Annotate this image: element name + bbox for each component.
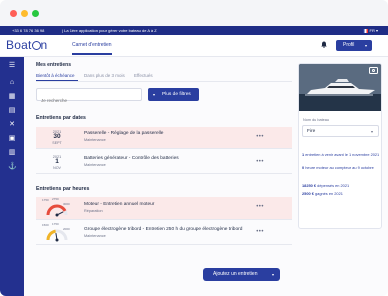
section-title-dates: Entretiens par dates: [36, 115, 86, 121]
date-block: 2021 30 SEPT: [48, 130, 66, 145]
info-earned-text: gagnés en 2021: [313, 191, 343, 196]
entretien-title: Batteries générateur - Contrôle des batt…: [84, 156, 179, 161]
chevron-down-icon: ▾: [364, 43, 367, 48]
more-options-icon[interactable]: •••: [256, 229, 264, 235]
info-earned-value: 2500 €: [302, 191, 314, 196]
search-input[interactable]: [37, 95, 141, 106]
app-header: Boat n Carnet d'entretien Profil ▾: [0, 35, 388, 57]
language-label: FR: [369, 28, 375, 33]
flag-icon: [363, 29, 369, 33]
entretien-type: Réparation: [84, 209, 103, 213]
info-engine-hours-text: heure moteur au compteur au 9 octobre: [304, 165, 374, 170]
info-spent-value: 18250 €: [302, 183, 317, 188]
language-selector[interactable]: FR ▾: [363, 28, 378, 33]
info-upcoming: 1 entretien à venir avant le 1 novembre …: [302, 152, 380, 157]
entretien-title: Moteur - Entretien annuel moteur: [84, 202, 155, 207]
more-options-icon[interactable]: •••: [256, 134, 264, 140]
section-title-hours: Entretiens par heures: [36, 186, 90, 192]
maximize-dot[interactable]: [32, 10, 39, 17]
tab-carnet-entretien[interactable]: Carnet d'entretien: [72, 42, 112, 55]
app-window: +33 6 78 76 36 98 | La 1ère application …: [0, 0, 388, 296]
menu-icon[interactable]: ☰: [8, 62, 16, 70]
file-icon[interactable]: ▤: [8, 107, 16, 115]
chevron-down-icon: ▾: [375, 28, 378, 33]
home-icon[interactable]: ⌂: [8, 79, 16, 87]
info-spent: 18250 € dépensés en 2021: [302, 183, 380, 188]
boat-select[interactable]: Fire ▾: [302, 125, 379, 137]
date-month: NOV: [53, 165, 61, 170]
tagline: | La 1ère application pour gérer votre b…: [62, 28, 157, 33]
more-filters-button[interactable]: ▾ Plus de filtres: [148, 88, 199, 101]
date-month: SEPT: [52, 140, 62, 145]
list-item[interactable]: 2021 30 SEPT Passerelle - Réglage de la …: [36, 127, 292, 149]
sidebar: ☰ ⌂ ▦ ▤ ✕ ▣ ▥ ⚓: [0, 57, 24, 296]
top-info-bar: +33 6 78 76 36 98 | La 1ère application …: [0, 26, 388, 35]
search-box[interactable]: [36, 88, 142, 106]
tab-bientot-echeance[interactable]: Bientôt à échéance: [36, 73, 75, 78]
gauge-label-max: 2000: [63, 227, 70, 231]
add-entretien-button[interactable]: Ajoutez un entretien ▾: [203, 268, 280, 281]
phone-number[interactable]: +33 6 78 76 36 98: [12, 28, 44, 33]
inventory-icon[interactable]: ▣: [8, 135, 16, 143]
gauge-label-min: 1500: [42, 223, 49, 227]
entretien-type: Maintenance: [84, 163, 106, 167]
profile-label: Profil: [343, 42, 355, 48]
entretien-title: Passerelle - Réglage de la passerelle: [84, 131, 164, 136]
entretien-type: Maintenance: [84, 234, 106, 238]
entretien-type: Maintenance: [84, 138, 106, 142]
info-earned: 2500 € gagnés en 2021: [302, 191, 380, 196]
window-chrome: [0, 0, 388, 26]
tab-effectues[interactable]: Effectués: [134, 73, 153, 78]
info-upcoming-text: entretien à venir avant le 1 novembre 20…: [304, 152, 380, 157]
profile-button[interactable]: Profil ▾: [336, 40, 372, 51]
entretien-title: Groupe électrogène tribord - Entretien 2…: [84, 227, 243, 232]
gauge-label-mid: 1750: [52, 222, 59, 226]
gauge-label-max: 3000: [63, 202, 70, 206]
boat-select-value: Fire: [307, 129, 316, 134]
list-item[interactable]: 1750 2750 3000 Moteur - Entretien annuel…: [36, 197, 292, 220]
camera-icon[interactable]: [369, 67, 378, 74]
boaton-logo[interactable]: Boat n: [6, 38, 47, 52]
more-filters-label: Plus de filtres: [162, 92, 191, 97]
calendar-icon[interactable]: ▦: [8, 93, 16, 101]
page-title: Mes entretiens: [36, 62, 72, 68]
minimize-dot[interactable]: [21, 10, 28, 17]
list-item[interactable]: 2021 1 NOV Batteries générateur - Contrô…: [36, 152, 292, 174]
tab-plus-de-3-mois[interactable]: Dans plus de 3 mois: [84, 73, 125, 78]
chevron-down-icon: ▾: [370, 129, 373, 134]
wallet-icon[interactable]: ▥: [8, 149, 16, 157]
info-engine-hours: 0 heure moteur au compteur au 9 octobre: [302, 165, 380, 170]
boat-summary-card: Nom du bateau Fire ▾ 1 entretien à venir…: [298, 63, 382, 229]
close-dot[interactable]: [10, 10, 17, 17]
logo-o-mark: [31, 41, 41, 50]
gauge-label-mid: 2750: [52, 197, 59, 201]
date-block: 2021 1 NOV: [48, 155, 66, 170]
chevron-down-icon: ▾: [153, 92, 156, 97]
anchor-icon[interactable]: ⚓: [8, 163, 17, 171]
active-tab-indicator: [36, 80, 78, 82]
chevron-down-icon: ▾: [271, 272, 274, 277]
info-spent-text: dépensés en 2021: [316, 183, 350, 188]
more-options-icon[interactable]: •••: [256, 204, 264, 210]
boat-name-label: Nom du bateau: [303, 118, 329, 122]
gauge-label-min: 1750: [42, 198, 49, 202]
bell-icon[interactable]: [321, 41, 327, 48]
list-item[interactable]: 1500 1750 2000 Groupe électrogène tribor…: [36, 222, 292, 245]
add-entretien-label: Ajoutez un entretien: [213, 271, 258, 277]
more-options-icon[interactable]: •••: [256, 159, 264, 165]
boat-photo: [299, 64, 381, 111]
tools-icon[interactable]: ✕: [8, 121, 16, 129]
